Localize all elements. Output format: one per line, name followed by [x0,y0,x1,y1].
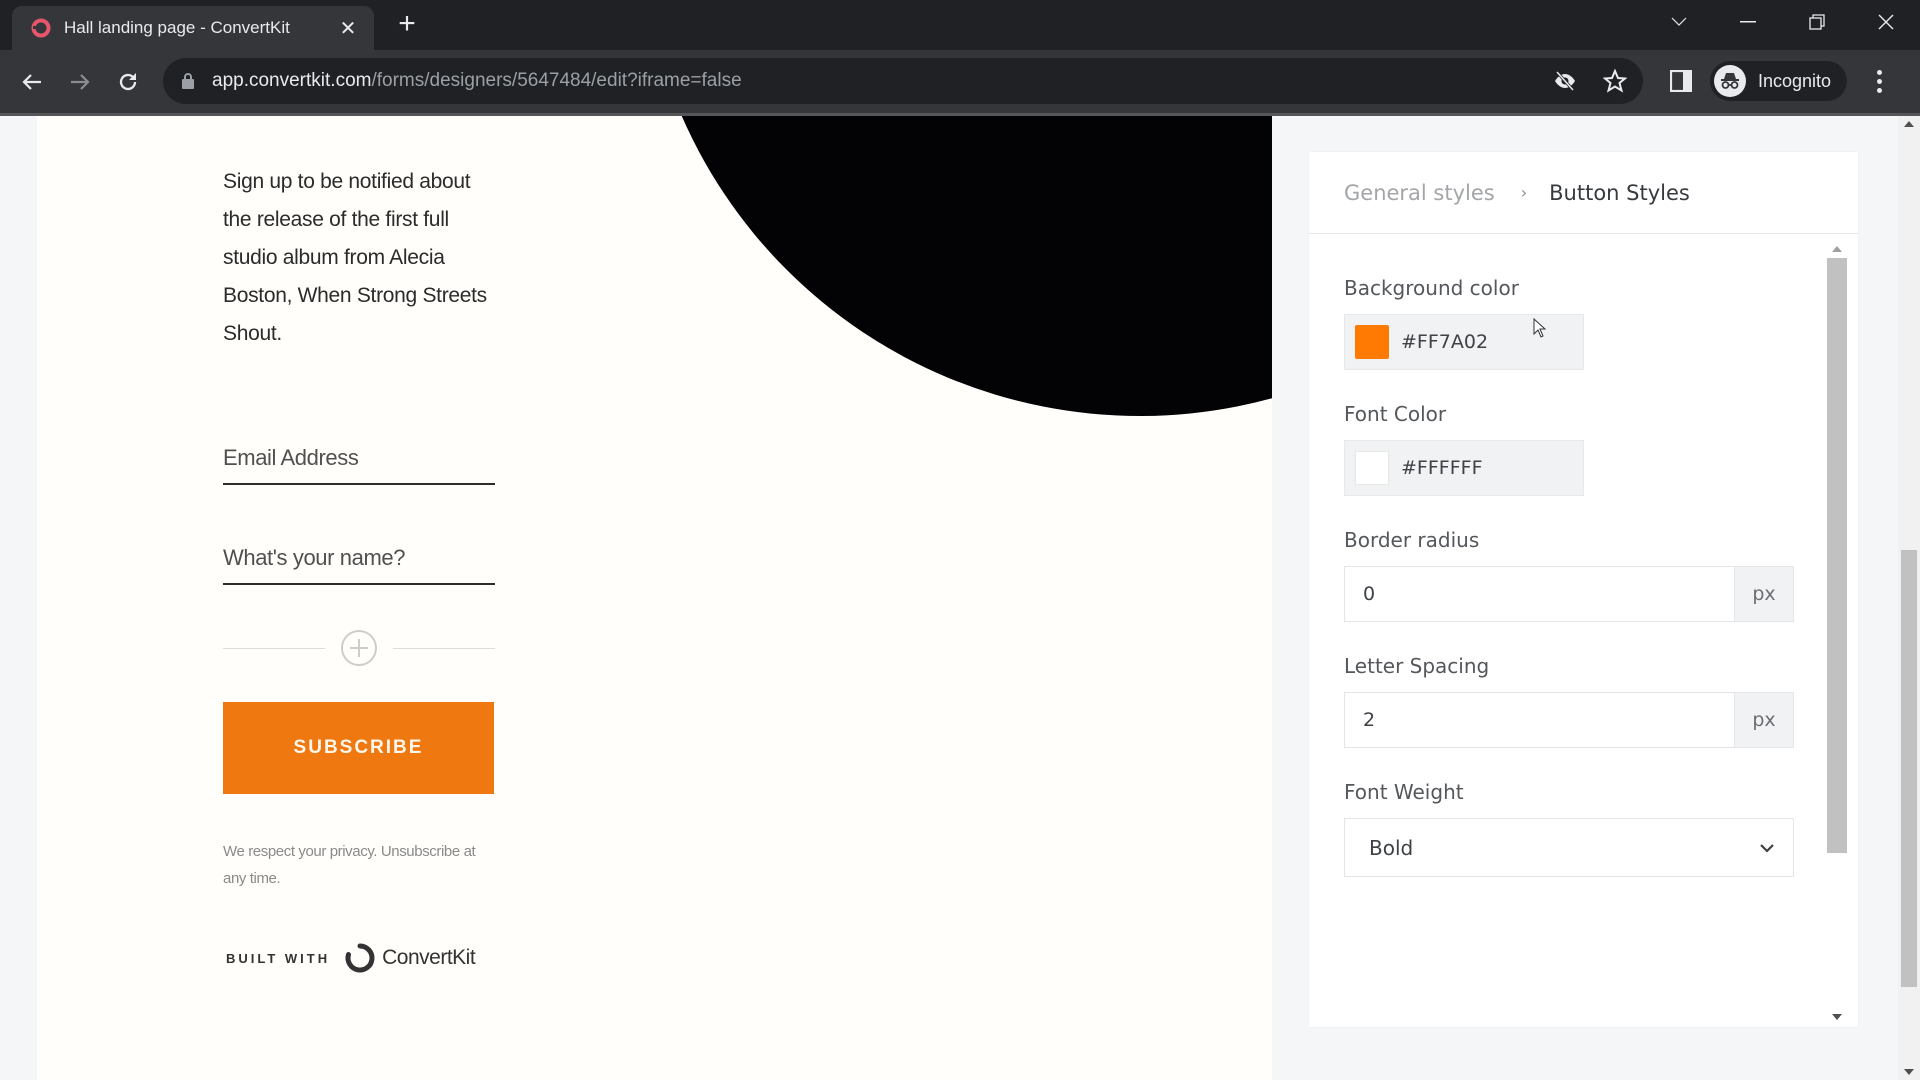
panel-scrollbar[interactable] [1827,242,1847,1024]
scroll-down-icon[interactable] [1827,1010,1847,1024]
arrow-right-icon [71,73,90,90]
browser-tab-bar: Hall landing page - ConvertKit ✕ + [0,0,1920,50]
font-weight-label: Font Weight [1344,780,1464,804]
breadcrumb-button-styles: Button Styles [1549,180,1690,205]
divider [223,647,325,649]
close-icon [1878,14,1893,30]
email-field[interactable] [223,445,495,471]
new-tab-button[interactable]: + [392,9,422,40]
mouse-cursor-icon [1533,318,1547,338]
style-settings-panel: General styles › Button Styles Backgroun… [1309,152,1858,1027]
intro-text: Sign up to be notified about the release… [223,170,487,345]
chevron-down-icon [1760,843,1774,853]
browser-toolbar: app.convertkit.com/forms/designers/56474… [0,50,1920,113]
border-radius-setting: Border radius px [1344,526,1794,622]
incognito-icon [1714,65,1746,97]
page-viewport: Sign up to be notified about the release… [0,113,1920,1080]
name-field-wrapper [223,517,495,585]
unit-label: px [1734,567,1793,621]
url-host: app.convertkit.com [212,70,372,91]
side-panel-icon[interactable] [1670,70,1692,92]
privacy-text: We respect your privacy. Unsubscribe at … [223,843,476,887]
add-field-row [223,628,495,668]
breadcrumb: General styles › Button Styles [1309,152,1858,234]
minimize-button[interactable] [1713,0,1782,44]
arrow-left-icon [22,73,41,90]
divider [393,647,495,649]
eye-off-icon[interactable] [1553,71,1577,91]
browser-tab[interactable]: Hall landing page - ConvertKit ✕ [12,6,374,50]
font-color-setting: Font Color #FFFFFF [1344,400,1794,496]
font-color-label: Font Color [1344,402,1447,426]
border-radius-input[interactable] [1345,567,1734,621]
close-window-button[interactable] [1851,0,1920,44]
back-button[interactable] [12,62,52,102]
reload-button[interactable] [108,62,148,102]
star-bookmark-icon[interactable] [1603,69,1627,93]
brand-name: ConvertKit [382,946,476,969]
minimize-icon [1739,21,1756,23]
form-column: Sign up to be notified about the release… [223,163,495,974]
unit-label: px [1734,693,1793,747]
restore-button[interactable] [1782,0,1851,44]
scroll-up-icon[interactable] [1898,116,1920,132]
profile-label: Incognito [1758,70,1832,91]
chevron-down-icon [1671,17,1686,26]
letter-spacing-label: Letter Spacing [1344,654,1490,678]
font-color-picker[interactable]: #FFFFFF [1344,440,1584,496]
lock-icon [182,73,194,89]
font-color-value: #FFFFFF [1401,457,1483,479]
add-field-button[interactable] [341,630,377,666]
background-color-label: Background color [1344,276,1519,300]
reload-icon [119,72,137,90]
font-weight-setting: Font Weight Bold [1344,778,1794,877]
tab-search-button[interactable] [1644,0,1713,44]
border-radius-label: Border radius [1344,528,1480,552]
convertkit-favicon-icon [30,17,52,39]
background-color-value: #FF7A02 [1401,331,1489,353]
form-preview: Sign up to be notified about the release… [37,116,1272,1080]
background-color-setting: Background color #FF7A02 [1344,274,1794,370]
profile-button[interactable]: Incognito [1710,61,1848,101]
breadcrumb-general-styles[interactable]: General styles [1344,181,1495,205]
tab-title: Hall landing page - ConvertKit [64,18,290,37]
url-path: /forms/designers/5647484/edit?iframe=fal… [371,70,742,91]
letter-spacing-input[interactable] [1345,693,1734,747]
browser-menu-icon[interactable] [1869,69,1889,93]
hero-image [612,116,1272,423]
color-swatch[interactable] [1355,325,1389,359]
page-scrollbar[interactable] [1898,116,1920,1080]
restore-icon [1808,14,1825,30]
tab-close-icon[interactable]: ✕ [336,16,360,41]
email-field-wrapper [223,417,495,485]
chevron-right-icon: › [1520,183,1528,202]
font-weight-value: Bold [1369,835,1414,860]
name-field[interactable] [223,545,495,571]
scroll-down-icon[interactable] [1898,1064,1920,1080]
letter-spacing-setting: Letter Spacing px [1344,652,1794,748]
background-color-picker[interactable]: #FF7A02 [1344,314,1584,370]
panel-scroll-thumb[interactable] [1827,258,1847,853]
scroll-up-icon[interactable] [1827,242,1847,256]
address-bar[interactable]: app.convertkit.com/forms/designers/56474… [163,58,1643,104]
built-with-badge[interactable]: BUILT WITH ConvertKit [223,942,495,974]
color-swatch[interactable] [1355,451,1389,485]
plus-icon [350,639,368,657]
font-weight-select[interactable]: Bold [1344,818,1794,877]
convertkit-logo-icon [345,943,375,973]
page-scroll-thumb[interactable] [1901,550,1917,987]
built-with-label: BUILT WITH [226,950,331,966]
forward-button[interactable] [60,62,100,102]
subscribe-button[interactable]: SUBSCRIBE [223,702,494,794]
